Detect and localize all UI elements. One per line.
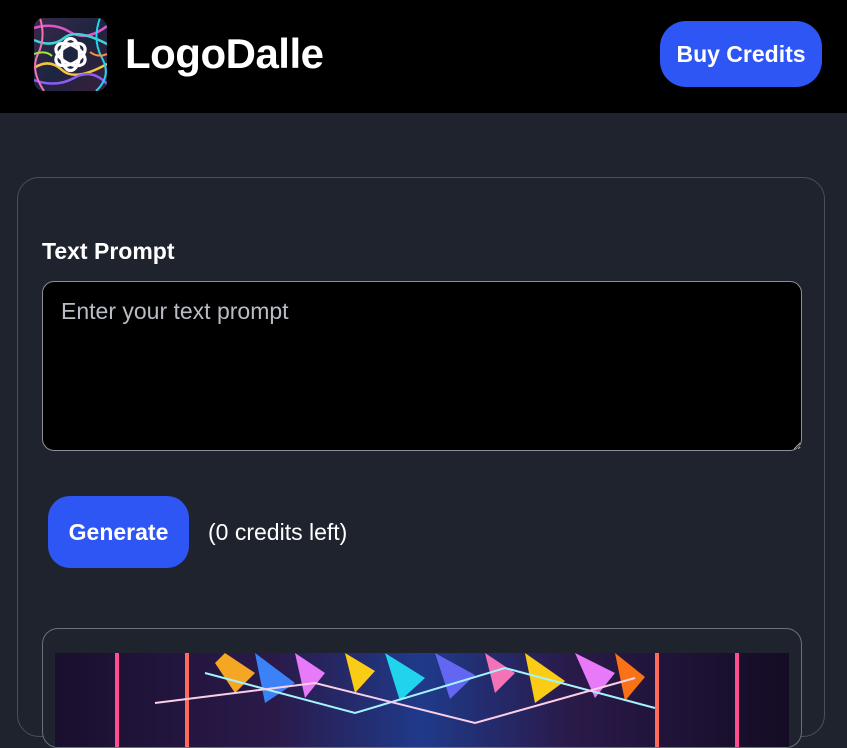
- text-prompt-label: Text Prompt: [42, 238, 175, 264]
- generate-button[interactable]: Generate: [48, 496, 189, 568]
- openai-swirl-logo-icon: [34, 18, 107, 91]
- app-title: LogoDalle: [125, 30, 324, 77]
- result-image-card: [42, 628, 802, 748]
- app-header: LogoDalle Buy Credits: [0, 0, 847, 113]
- credits-remaining-text: (0 credits left): [208, 519, 348, 545]
- text-prompt-input[interactable]: [42, 281, 802, 451]
- buy-credits-button[interactable]: Buy Credits: [660, 21, 822, 87]
- generated-logo-image: [55, 653, 789, 747]
